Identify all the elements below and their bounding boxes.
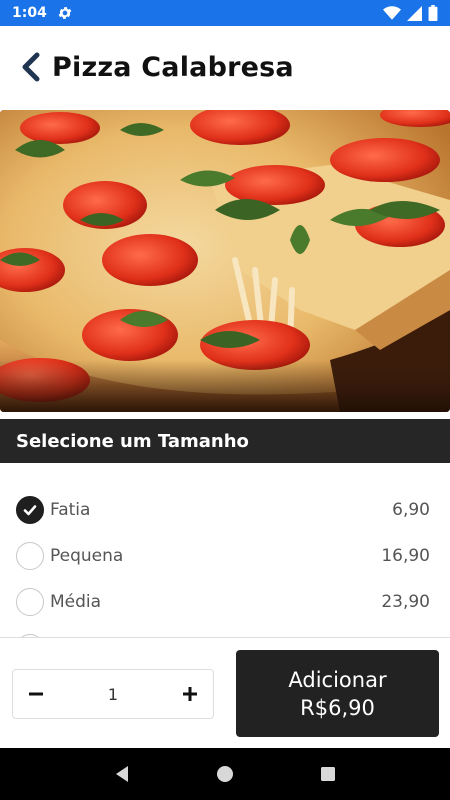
radio-checked-icon[interactable]	[16, 496, 44, 524]
size-option-media[interactable]: Média 23,90	[0, 579, 450, 625]
option-price: 16,90	[381, 546, 430, 566]
increment-button[interactable]	[167, 670, 213, 718]
option-label: Fatia	[50, 500, 91, 520]
page-title: Pizza Calabresa	[52, 51, 294, 83]
back-button[interactable]	[18, 50, 44, 84]
status-icons	[383, 5, 438, 21]
back-triangle-icon	[115, 766, 128, 782]
home-circle-icon	[216, 766, 233, 782]
option-price: 6,90	[392, 500, 430, 520]
app-header: Pizza Calabresa	[0, 26, 450, 108]
nav-back-button[interactable]	[102, 754, 142, 794]
gear-icon	[57, 5, 73, 21]
add-to-cart-button[interactable]: Adicionar R$6,90	[236, 650, 439, 737]
add-button-price: R$6,90	[300, 695, 375, 720]
option-price: 23,90	[381, 592, 430, 612]
size-section-header: Selecione um Tamanho	[0, 419, 450, 463]
size-option-partial[interactable]	[0, 625, 450, 637]
pizza-photo	[0, 110, 450, 412]
wifi-icon	[383, 6, 401, 20]
radio-unchecked-icon[interactable]	[16, 542, 44, 570]
quantity-stepper: 1	[12, 669, 214, 719]
quantity-value: 1	[107, 684, 119, 704]
battery-icon	[428, 5, 438, 21]
nav-recents-button[interactable]	[308, 754, 348, 794]
radio-unchecked-icon[interactable]	[16, 588, 44, 616]
add-button-label: Adicionar	[288, 667, 387, 692]
nav-home-button[interactable]	[205, 754, 245, 794]
chevron-left-icon	[22, 52, 40, 82]
option-label: Média	[50, 592, 102, 612]
recents-square-icon	[321, 767, 336, 781]
size-options-list: Fatia 6,90 Pequena 16,90 Média 23,90	[0, 463, 450, 637]
plus-icon	[183, 687, 197, 701]
size-option-pequena[interactable]: Pequena 16,90	[0, 533, 450, 579]
status-time: 1:04	[12, 5, 47, 21]
decrement-button[interactable]	[13, 670, 59, 718]
section-title: Selecione um Tamanho	[16, 430, 249, 452]
signal-icon	[407, 5, 422, 21]
minus-icon	[29, 692, 43, 696]
status-bar: 1:04	[0, 0, 450, 26]
system-nav-bar	[0, 748, 450, 800]
option-label: Pequena	[50, 546, 124, 566]
divider	[0, 637, 450, 638]
size-option-fatia[interactable]: Fatia 6,90	[0, 487, 450, 533]
